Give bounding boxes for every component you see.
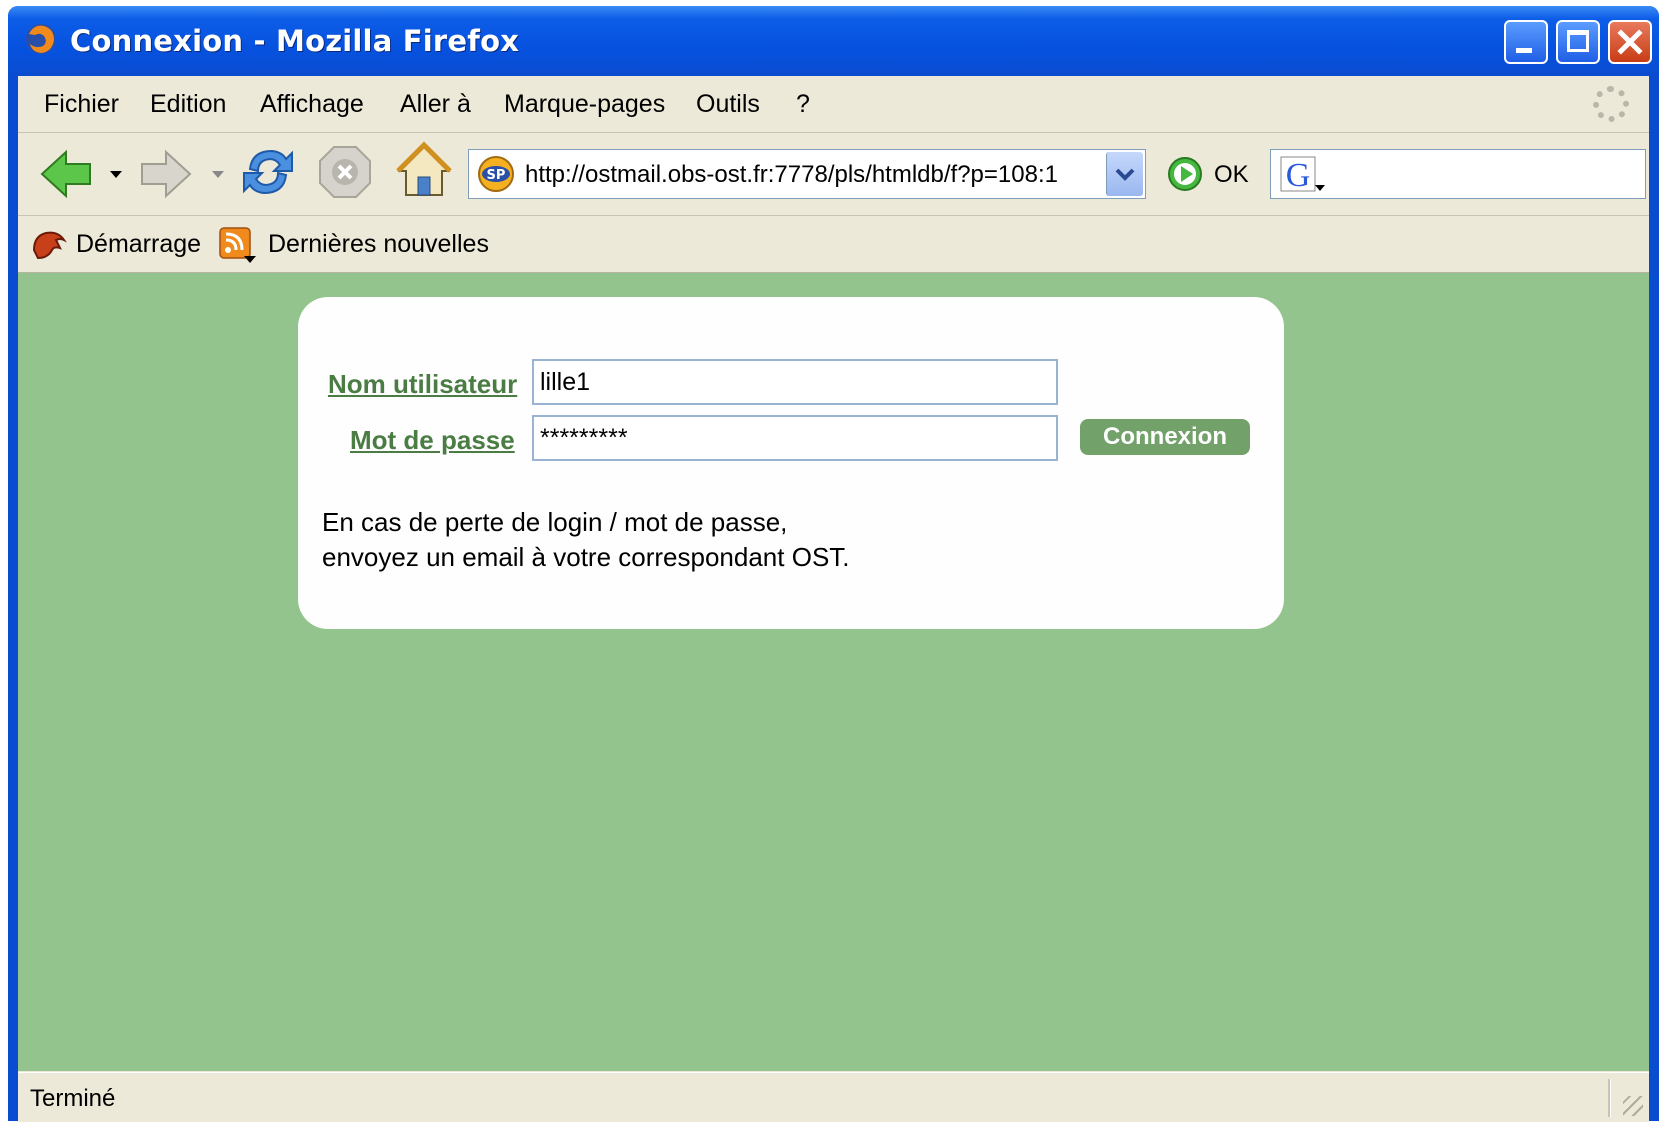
browser-client: Fichier Edition Affichage Aller à Marque…: [18, 76, 1649, 1122]
back-history-dropdown-icon[interactable]: [110, 171, 122, 178]
svg-text:G: G: [1286, 157, 1311, 194]
menu-marque-pages[interactable]: Marque-pages: [504, 90, 665, 119]
bookmark-dernieres-nouvelles[interactable]: Dernières nouvelles: [268, 230, 489, 259]
menu-help[interactable]: ?: [796, 90, 810, 119]
window-title: Connexion - Mozilla Firefox: [70, 24, 520, 58]
username-label[interactable]: Nom utilisateur: [328, 369, 517, 400]
title-bar[interactable]: Connexion - Mozilla Firefox: [8, 6, 1659, 76]
minimize-button[interactable]: [1504, 20, 1548, 64]
back-icon[interactable]: [38, 147, 94, 201]
go-button-label[interactable]: OK: [1214, 161, 1249, 189]
stop-icon[interactable]: [318, 145, 372, 199]
forward-history-dropdown-icon[interactable]: [212, 171, 224, 178]
status-text: Terminé: [30, 1085, 116, 1112]
menu-outils[interactable]: Outils: [696, 90, 760, 119]
minimize-icon: [1516, 48, 1532, 53]
close-icon: [1617, 29, 1643, 55]
rss-feed-icon: [219, 227, 256, 263]
maximize-button[interactable]: [1556, 20, 1600, 64]
help-line-2: envoyez un email à votre correspondant O…: [322, 542, 850, 572]
maximize-icon: [1567, 30, 1589, 52]
url-history-dropdown[interactable]: [1106, 152, 1143, 196]
firefox-icon: [26, 24, 56, 54]
resize-grip-icon[interactable]: [1623, 1096, 1643, 1116]
password-input[interactable]: [532, 415, 1058, 461]
svg-text:SP: SP: [487, 168, 506, 183]
home-icon[interactable]: [394, 141, 454, 201]
bookmarks-toolbar: Démarrage Dernières nouvelles: [18, 216, 1649, 273]
help-line-1: En cas de perte de login / mot de passe,: [322, 507, 788, 537]
address-bar[interactable]: SP http://ostmail.obs-ost.fr:7778/pls/ht…: [468, 149, 1146, 199]
browser-window: Connexion - Mozilla Firefox Fichier Edit…: [8, 6, 1659, 1122]
menu-affichage[interactable]: Affichage: [260, 90, 364, 119]
go-icon[interactable]: [1166, 155, 1204, 193]
close-button[interactable]: [1608, 20, 1652, 64]
url-text: http://ostmail.obs-ost.fr:7778/pls/htmld…: [525, 161, 1058, 188]
username-input[interactable]: [532, 359, 1058, 405]
help-text: En cas de perte de login / mot de passe,…: [322, 505, 850, 575]
connexion-button[interactable]: Connexion: [1080, 419, 1250, 455]
forward-icon[interactable]: [138, 147, 194, 201]
menu-fichier[interactable]: Fichier: [44, 90, 119, 119]
password-label[interactable]: Mot de passe: [350, 425, 515, 456]
google-search-icon[interactable]: G: [1279, 155, 1327, 195]
page-content: Nom utilisateur Mot de passe Connexion E…: [18, 273, 1649, 1071]
chevron-down-icon: [1115, 168, 1135, 181]
menu-aller-a[interactable]: Aller à: [400, 90, 471, 119]
navigation-toolbar: SP http://ostmail.obs-ost.fr:7778/pls/ht…: [18, 133, 1649, 216]
search-bar[interactable]: G: [1270, 149, 1646, 199]
getting-started-icon: [32, 231, 67, 260]
site-favicon-icon: SP: [478, 156, 514, 192]
login-panel: Nom utilisateur Mot de passe Connexion E…: [298, 297, 1284, 629]
status-divider: [1608, 1079, 1611, 1117]
menu-bar: Fichier Edition Affichage Aller à Marque…: [18, 76, 1649, 133]
menu-edition[interactable]: Edition: [150, 90, 226, 119]
throbber-icon: [1593, 86, 1629, 122]
status-bar: Terminé: [18, 1072, 1649, 1122]
bookmark-demarrage[interactable]: Démarrage: [76, 230, 201, 259]
reload-icon[interactable]: [240, 143, 296, 201]
